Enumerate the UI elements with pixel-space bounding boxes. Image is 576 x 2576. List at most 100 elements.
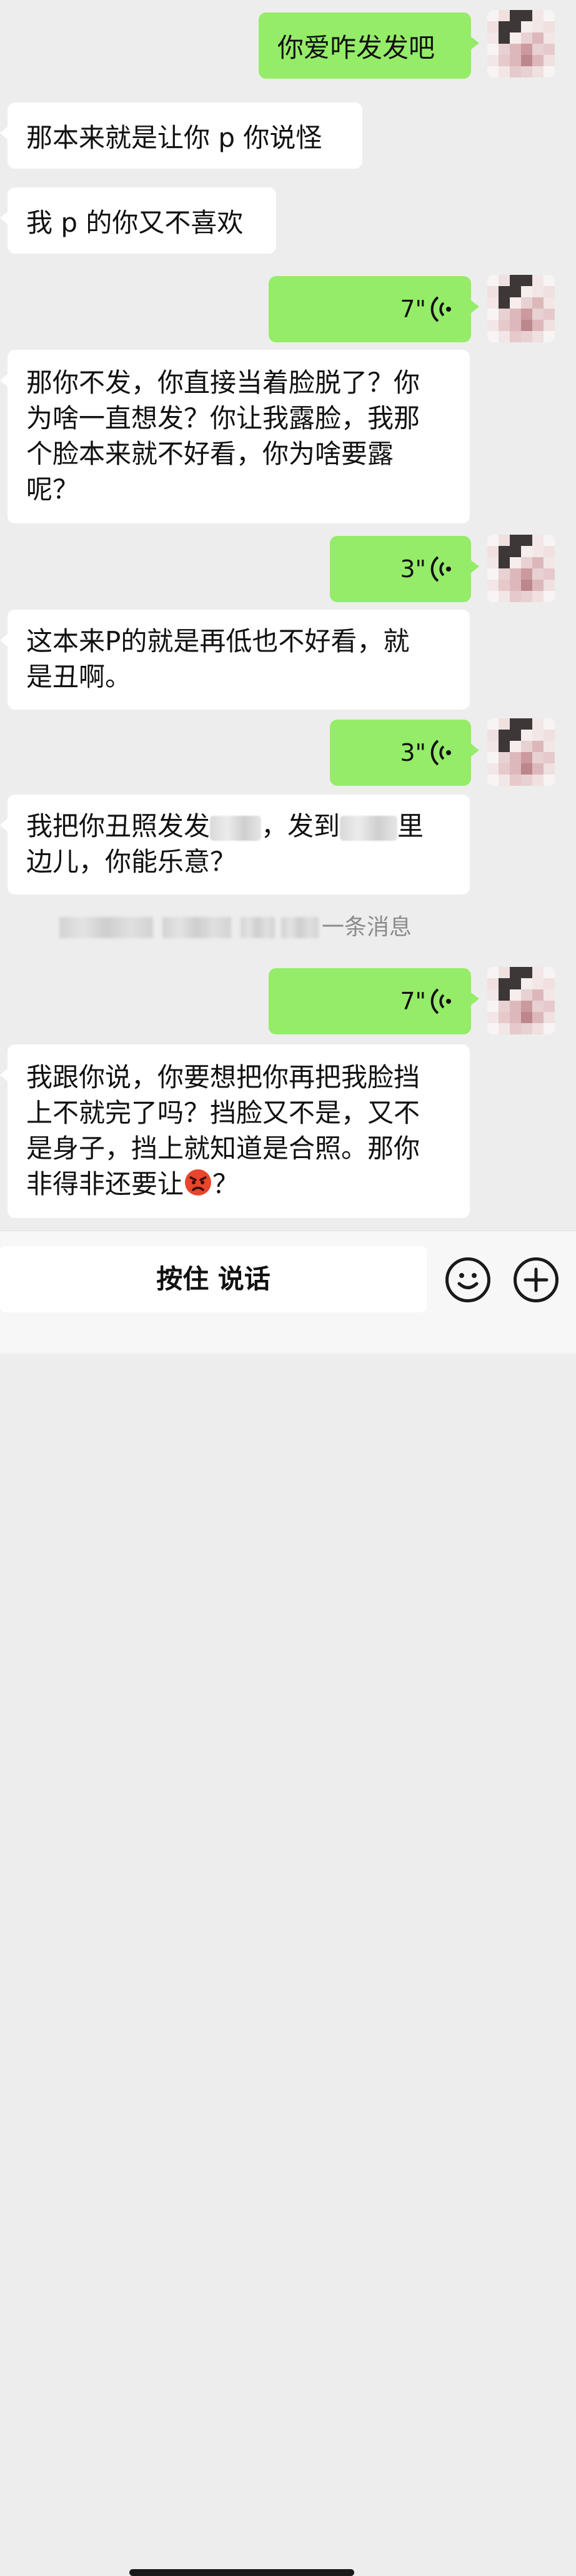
avatar-pixel	[521, 535, 532, 546]
plus-icon[interactable]	[514, 1257, 559, 1302]
avatar-pixel	[532, 309, 544, 320]
voice-message[interactable]: 3"	[330, 720, 479, 786]
my-avatar[interactable]	[487, 967, 555, 1034]
avatar-pixel	[487, 967, 499, 978]
voice-message[interactable]: 7"	[269, 968, 479, 1034]
home-indicator[interactable]	[129, 2569, 354, 2576]
avatar-pixel	[521, 44, 532, 55]
avatar-pixel	[499, 752, 510, 763]
avatar-pixel	[532, 275, 544, 286]
avatar-pixel	[510, 286, 521, 297]
message-text: 这本来P的就是再低也不好看，就	[26, 626, 410, 656]
avatar-pixel	[499, 989, 510, 1001]
avatar-pixel	[521, 568, 532, 580]
avatar-pixel	[510, 1012, 521, 1023]
avatar-pixel	[510, 535, 521, 546]
avatar-pixel	[521, 66, 532, 77]
avatar-pixel	[521, 331, 532, 342]
avatar-pixel	[521, 967, 532, 978]
avatar-pixel	[521, 989, 532, 1001]
avatar-pixel	[487, 591, 499, 602]
input-bar: 按住 说话	[0, 1231, 576, 2576]
avatar-pixel	[499, 55, 510, 66]
avatar-pixel	[487, 978, 499, 989]
avatar-pixel	[499, 591, 510, 602]
avatar-pixel	[499, 978, 510, 989]
avatar-pixel	[521, 286, 532, 297]
avatar-pixel	[510, 775, 521, 786]
voice-wave-icon	[430, 556, 451, 582]
avatar-pixel	[532, 1012, 544, 1023]
message-text: 是身子，挡上就知道是合照。那你	[26, 1133, 420, 1164]
outgoing-message[interactable]: 你爱咋发发吧	[259, 12, 479, 79]
avatar-pixel	[487, 32, 499, 44]
avatar-pixel	[510, 309, 521, 320]
my-avatar[interactable]	[487, 275, 555, 342]
avatar-pixel	[521, 741, 532, 752]
avatar-pixel	[510, 66, 521, 77]
avatar-pixel	[510, 741, 521, 752]
incoming-message[interactable]: 那本来就是让你 p 你说怪	[0, 102, 362, 169]
avatar-pixel	[544, 44, 555, 55]
avatar-pixel	[487, 580, 499, 591]
voice-message[interactable]: 3"	[330, 536, 479, 602]
avatar-pixel	[544, 546, 555, 557]
avatar-pixel	[532, 320, 544, 331]
avatar-pixel	[521, 775, 532, 786]
avatar-pixel	[544, 66, 555, 77]
avatar-pixel	[499, 535, 510, 546]
avatar-pixel	[499, 275, 510, 286]
smiley-icon[interactable]	[445, 1257, 490, 1302]
avatar-pixel	[487, 763, 499, 775]
avatar-pixel	[499, 1023, 510, 1034]
avatar-pixel	[532, 989, 544, 1001]
avatar-pixel	[487, 320, 499, 331]
incoming-message[interactable]: 我跟你说，你要想把你再把我脸挡 上不就完了吗？挡脸又不是，又不 是身子，挡上就知…	[0, 1044, 470, 1218]
chat-area[interactable]: 你爱咋发发吧 那本来就是让你 p 你说怪 我 p 的你又不喜欢 7" 那你不发，…	[0, 0, 576, 1243]
avatar-pixel	[532, 978, 544, 989]
my-avatar[interactable]	[487, 718, 555, 786]
message-text: ？	[212, 1169, 239, 1199]
avatar-pixel	[510, 10, 521, 21]
avatar-pixel	[499, 331, 510, 342]
incoming-message[interactable]: 我把你丑照发发 ，发到 里 边儿，你能乐意？	[0, 795, 470, 894]
avatar-pixel	[510, 331, 521, 342]
avatar-pixel	[532, 1001, 544, 1012]
avatar-pixel	[532, 591, 544, 602]
avatar-pixel	[510, 32, 521, 44]
hold-to-talk-button[interactable]: 按住 说话	[0, 1246, 427, 1312]
avatar-pixel	[499, 718, 510, 730]
incoming-message[interactable]: 那你不发，你直接当着脸脱了？你 为啥一直想发？你让我露脸，我那 个脸本来就不好看…	[0, 350, 470, 523]
avatar-pixel	[510, 21, 521, 32]
avatar-pixel	[487, 1001, 499, 1012]
avatar-pixel	[510, 752, 521, 763]
my-avatar[interactable]	[487, 10, 555, 77]
message-line: 非得非还要让 ？	[26, 1166, 451, 1202]
message-text: ，发到	[261, 811, 340, 841]
voice-duration: 7"	[400, 988, 426, 1015]
avatar-pixel	[499, 580, 510, 591]
incoming-message[interactable]: 这本来P的就是再低也不好看，就 是丑啊。	[0, 610, 470, 710]
avatar-pixel	[544, 21, 555, 32]
avatar-pixel	[544, 275, 555, 286]
voice-message[interactable]: 7"	[269, 276, 479, 342]
incoming-message[interactable]: 我 p 的你又不喜欢	[0, 187, 276, 254]
avatar-pixel	[521, 718, 532, 730]
avatar-pixel	[499, 1012, 510, 1023]
message-text: 那本来就是让你 p 你说怪	[26, 122, 322, 153]
avatar-pixel	[510, 1023, 521, 1034]
avatar-pixel	[544, 763, 555, 775]
avatar-pixel	[510, 989, 521, 1001]
avatar-pixel	[510, 546, 521, 557]
avatar-pixel	[544, 297, 555, 309]
avatar-pixel	[532, 10, 544, 21]
avatar-pixel	[487, 1023, 499, 1034]
avatar-pixel	[499, 741, 510, 752]
avatar-pixel	[487, 557, 499, 568]
avatar-pixel	[544, 1001, 555, 1012]
my-avatar[interactable]	[487, 535, 555, 602]
avatar-pixel	[499, 66, 510, 77]
avatar-pixel	[487, 1012, 499, 1023]
avatar-pixel	[510, 967, 521, 978]
avatar-pixel	[544, 568, 555, 580]
